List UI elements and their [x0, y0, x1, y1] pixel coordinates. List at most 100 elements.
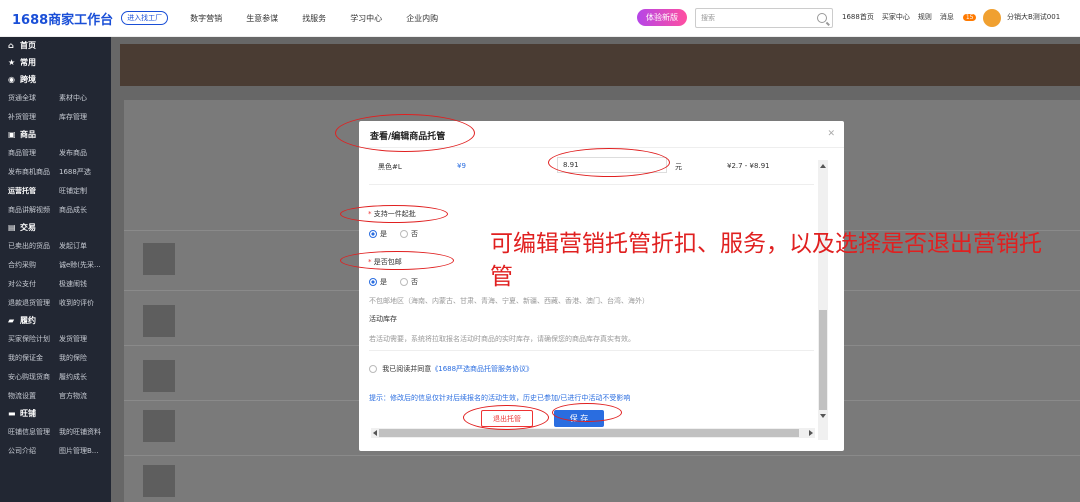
- sidebar-row: 我的保证金 我的保险: [0, 348, 111, 367]
- nav-item-enterprise-purchase[interactable]: 企业内购: [406, 13, 438, 24]
- sidebar-item[interactable]: 发货管理: [59, 334, 110, 344]
- wholesale-yes-radio[interactable]: 是: [369, 229, 387, 239]
- nav-item-learning-center[interactable]: 学习中心: [350, 13, 382, 24]
- agreement-link[interactable]: 《1688严选商品托管服务协议》: [431, 365, 533, 373]
- product-thumb: [143, 243, 175, 275]
- search-input[interactable]: 搜索: [695, 8, 833, 28]
- sidebar-section-3[interactable]: ▣ 商品: [0, 126, 111, 143]
- sidebar-item[interactable]: 我的保证金: [8, 353, 59, 363]
- no-shipping-regions: 不包邮地区（海南、内蒙古、甘肃、青海、宁夏、新疆、西藏、香港、澳门、台湾、海外）: [369, 297, 649, 305]
- sidebar-item[interactable]: 货通全球: [8, 93, 59, 103]
- sidebar-section-6[interactable]: ▬ 旺铺: [0, 405, 111, 422]
- radio-checked-icon[interactable]: [369, 278, 377, 286]
- wholesale-yes-label: 是: [380, 230, 387, 238]
- scroll-up-icon[interactable]: [820, 164, 826, 168]
- sidebar-section-0[interactable]: ⌂ 首页: [0, 37, 111, 54]
- nav-item-digital-marketing[interactable]: 数字营销: [190, 13, 222, 24]
- sidebar-item[interactable]: 库存管理: [59, 112, 110, 122]
- horizontal-scrollbar[interactable]: [371, 428, 815, 438]
- annotation-oval: [340, 251, 454, 270]
- app-logo[interactable]: 1688商家工作台: [12, 9, 113, 28]
- top-links: 1688首页 买家中心 规则 消息 15: [842, 12, 992, 22]
- sidebar-item[interactable]: 合约采购: [8, 260, 59, 270]
- shipping-no-label: 否: [411, 278, 418, 286]
- sidebar-item[interactable]: 旺铺信息管理: [8, 427, 59, 437]
- agreement-checkbox[interactable]: 我已阅读并同意《1688严选商品托管服务协议》: [369, 364, 533, 374]
- sidebar-item[interactable]: 图片管理B...: [59, 446, 110, 456]
- search-placeholder: 搜索: [701, 14, 715, 22]
- shipping-yes-label: 是: [380, 278, 387, 286]
- sidebar-item[interactable]: 已卖出的货品: [8, 241, 59, 251]
- sidebar-row: 旺铺信息管理 我的旺铺资料: [0, 422, 111, 441]
- sidebar-item[interactable]: 公司介绍: [8, 446, 59, 456]
- scroll-left-icon[interactable]: [373, 430, 377, 436]
- truck-icon: ▰: [8, 315, 15, 325]
- sidebar-section-2[interactable]: ◉ 跨境: [0, 71, 111, 88]
- sidebar-section-1[interactable]: ★ 常用: [0, 54, 111, 71]
- sidebar-section-label: 交易: [20, 223, 36, 232]
- sidebar-item[interactable]: 发布商品: [59, 148, 110, 158]
- sidebar-section-5[interactable]: ▰ 履约: [0, 312, 111, 329]
- sidebar-item[interactable]: 履约成长: [59, 372, 110, 382]
- sidebar-item[interactable]: 诚e赊(先采...: [59, 260, 110, 270]
- sidebar-item[interactable]: 安心购现货商: [8, 372, 59, 382]
- sidebar-row: 公司介绍 图片管理B...: [0, 441, 111, 460]
- nav-item-business-advisor[interactable]: 生意参谋: [246, 13, 278, 24]
- checkbox-icon[interactable]: [369, 365, 377, 373]
- star-icon: ★: [8, 57, 16, 67]
- wholesale-no-radio[interactable]: 否: [400, 229, 418, 239]
- link-1688-home[interactable]: 1688首页: [842, 12, 874, 22]
- sidebar-item[interactable]: 素材中心: [59, 93, 110, 103]
- sidebar-item[interactable]: 物流设置: [8, 391, 59, 401]
- vertical-scrollbar[interactable]: [818, 160, 828, 440]
- scroll-down-icon[interactable]: [820, 414, 826, 418]
- link-buyer-center[interactable]: 买家中心: [882, 12, 910, 22]
- sidebar-item[interactable]: 1688严选: [59, 167, 110, 177]
- sidebar-item[interactable]: 商品讲解视频: [8, 205, 59, 215]
- sidebar-item[interactable]: 官方物流: [59, 391, 110, 401]
- product-thumb: [143, 465, 175, 497]
- sidebar-item[interactable]: 发布商机商品: [8, 167, 59, 177]
- shipping-yes-radio[interactable]: 是: [369, 277, 387, 287]
- link-rules[interactable]: 规则: [918, 12, 932, 22]
- sidebar-item[interactable]: 补货管理: [8, 112, 59, 122]
- scroll-right-icon[interactable]: [809, 430, 813, 436]
- sidebar-item[interactable]: 对公支付: [8, 279, 59, 289]
- sidebar-item[interactable]: 商品成长: [59, 205, 110, 215]
- sidebar-item[interactable]: 我的旺铺资料: [59, 427, 110, 437]
- sidebar-row: 运营托管 旺铺定制: [0, 181, 111, 200]
- sidebar-item[interactable]: 退款退货管理: [8, 298, 59, 308]
- sidebar-item[interactable]: 运营托管: [8, 186, 59, 196]
- sidebar-item[interactable]: 极速闹钱: [59, 279, 110, 289]
- username[interactable]: 分销大B测试001: [1007, 12, 1060, 22]
- scrollbar-thumb[interactable]: [379, 429, 799, 437]
- cart-icon: ▤: [8, 222, 16, 232]
- avatar[interactable]: [983, 9, 1001, 27]
- sidebar-row: 商品管理 发布商品: [0, 143, 111, 162]
- sidebar-item[interactable]: 商品管理: [8, 148, 59, 158]
- sku-name: 黑色#L: [378, 163, 402, 171]
- sidebar-section-label: 首页: [20, 41, 36, 50]
- factory-button[interactable]: 进入找工厂: [121, 11, 169, 25]
- sidebar-row: 商品讲解视频 商品成长: [0, 200, 111, 219]
- radio-unchecked-icon[interactable]: [400, 230, 408, 238]
- radio-checked-icon[interactable]: [369, 230, 377, 238]
- stock-label: 活动库存: [369, 315, 397, 323]
- sidebar-item[interactable]: 我的保险: [59, 353, 110, 363]
- radio-unchecked-icon[interactable]: [400, 278, 408, 286]
- sidebar-item[interactable]: 买家保险计划: [8, 334, 59, 344]
- search-icon[interactable]: [817, 13, 827, 23]
- sidebar-row: 货通全球 素材中心: [0, 88, 111, 107]
- sidebar-item[interactable]: 发起订单: [59, 241, 110, 251]
- product-thumb: [143, 360, 175, 392]
- sidebar-item[interactable]: 收到的评价: [59, 298, 110, 308]
- messages-link[interactable]: 消息 15: [940, 12, 985, 22]
- sidebar-item[interactable]: 旺铺定制: [59, 186, 110, 196]
- trial-new-version-button[interactable]: 体验新版: [637, 9, 687, 26]
- scrollbar-thumb[interactable]: [819, 310, 827, 410]
- annotation-oval: [340, 205, 448, 223]
- nav-item-find-service[interactable]: 找服务: [302, 13, 326, 24]
- sidebar-section-4[interactable]: ▤ 交易: [0, 219, 111, 236]
- close-icon[interactable]: ✕: [827, 129, 835, 139]
- shipping-no-radio[interactable]: 否: [400, 277, 418, 287]
